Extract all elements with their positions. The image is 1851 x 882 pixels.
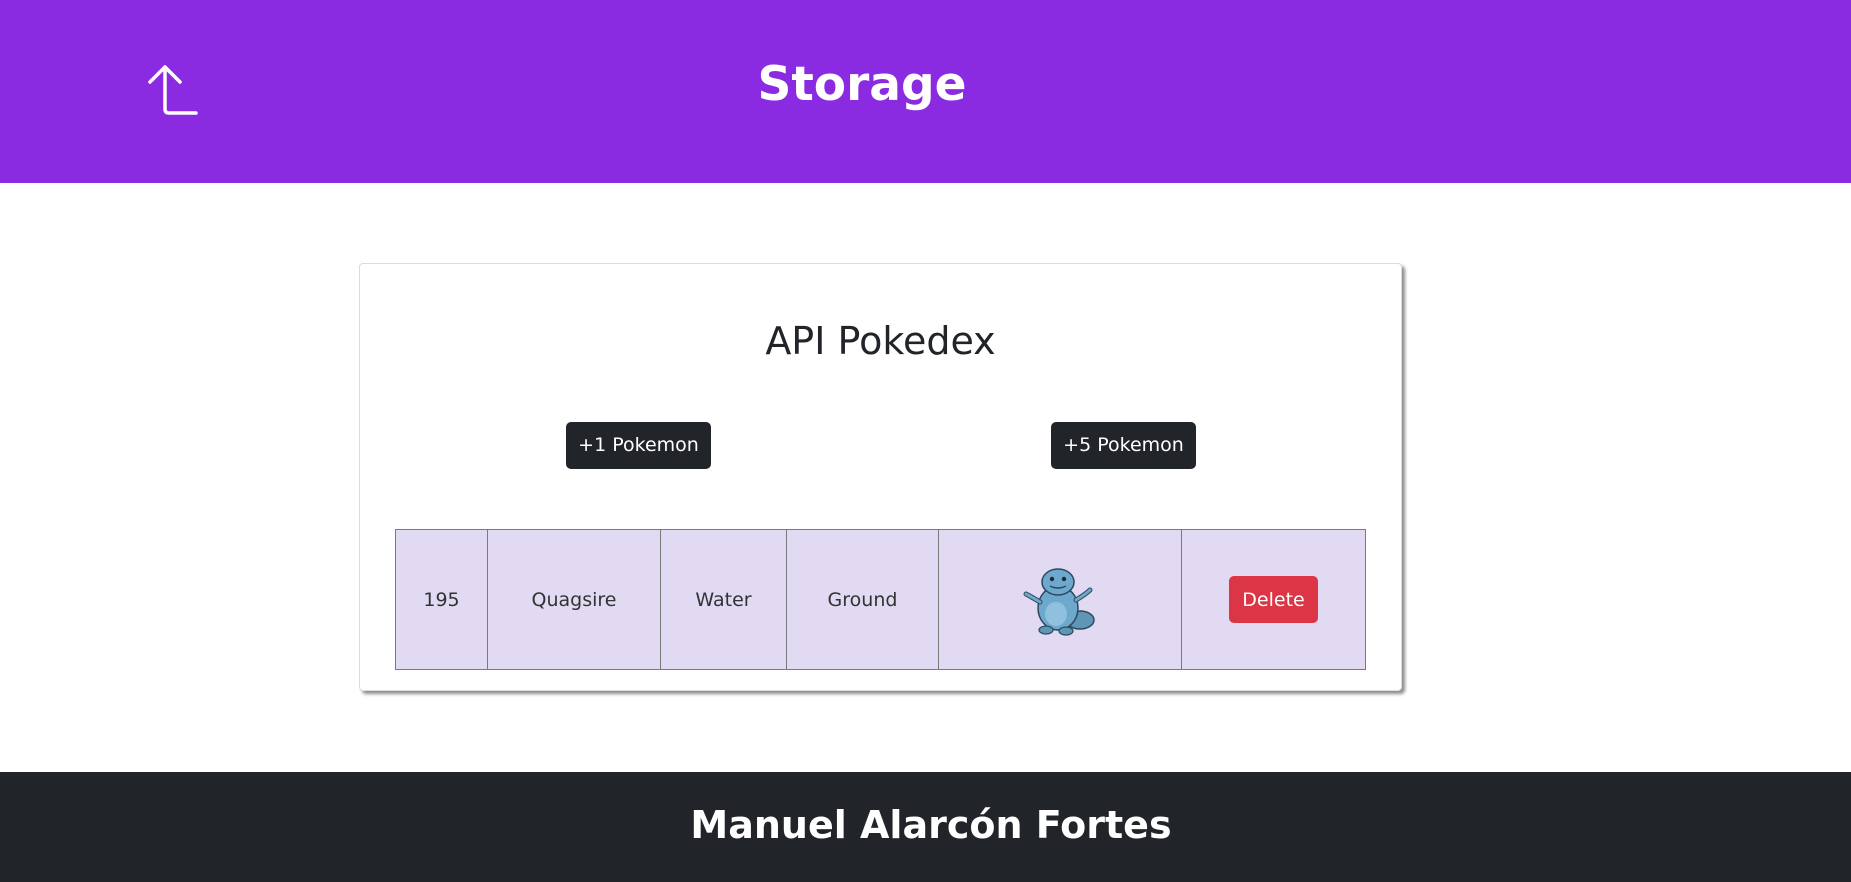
page-title: Storage <box>757 57 967 112</box>
footer: Manuel Alarcón Fortes <box>0 772 1851 882</box>
table-row: 195 Quagsire Water Ground Delete <box>395 529 1366 670</box>
pokemon-sprite-cell <box>938 529 1182 670</box>
pokemon-name: Quagsire <box>487 529 661 670</box>
header: Storage <box>0 0 1851 183</box>
pokemon-actions-cell: Delete <box>1181 529 1366 670</box>
footer-author: Manuel Alarcón Fortes <box>690 803 1172 847</box>
pokemon-id: 195 <box>395 529 488 670</box>
pokemon-type-1: Water <box>660 529 787 670</box>
pokedex-card: API Pokedex +1 Pokemon +5 Pokemon 195 Qu… <box>359 263 1402 691</box>
add-five-pokemon-button[interactable]: +5 Pokemon <box>1051 422 1196 469</box>
quagsire-sprite-icon <box>1023 567 1095 636</box>
pokemon-table: 195 Quagsire Water Ground Delete <box>395 529 1366 670</box>
pokemon-type-2: Ground <box>786 529 939 670</box>
delete-button[interactable]: Delete <box>1229 576 1318 623</box>
add-one-pokemon-button[interactable]: +1 Pokemon <box>566 422 711 469</box>
card-title: API Pokedex <box>765 319 996 363</box>
